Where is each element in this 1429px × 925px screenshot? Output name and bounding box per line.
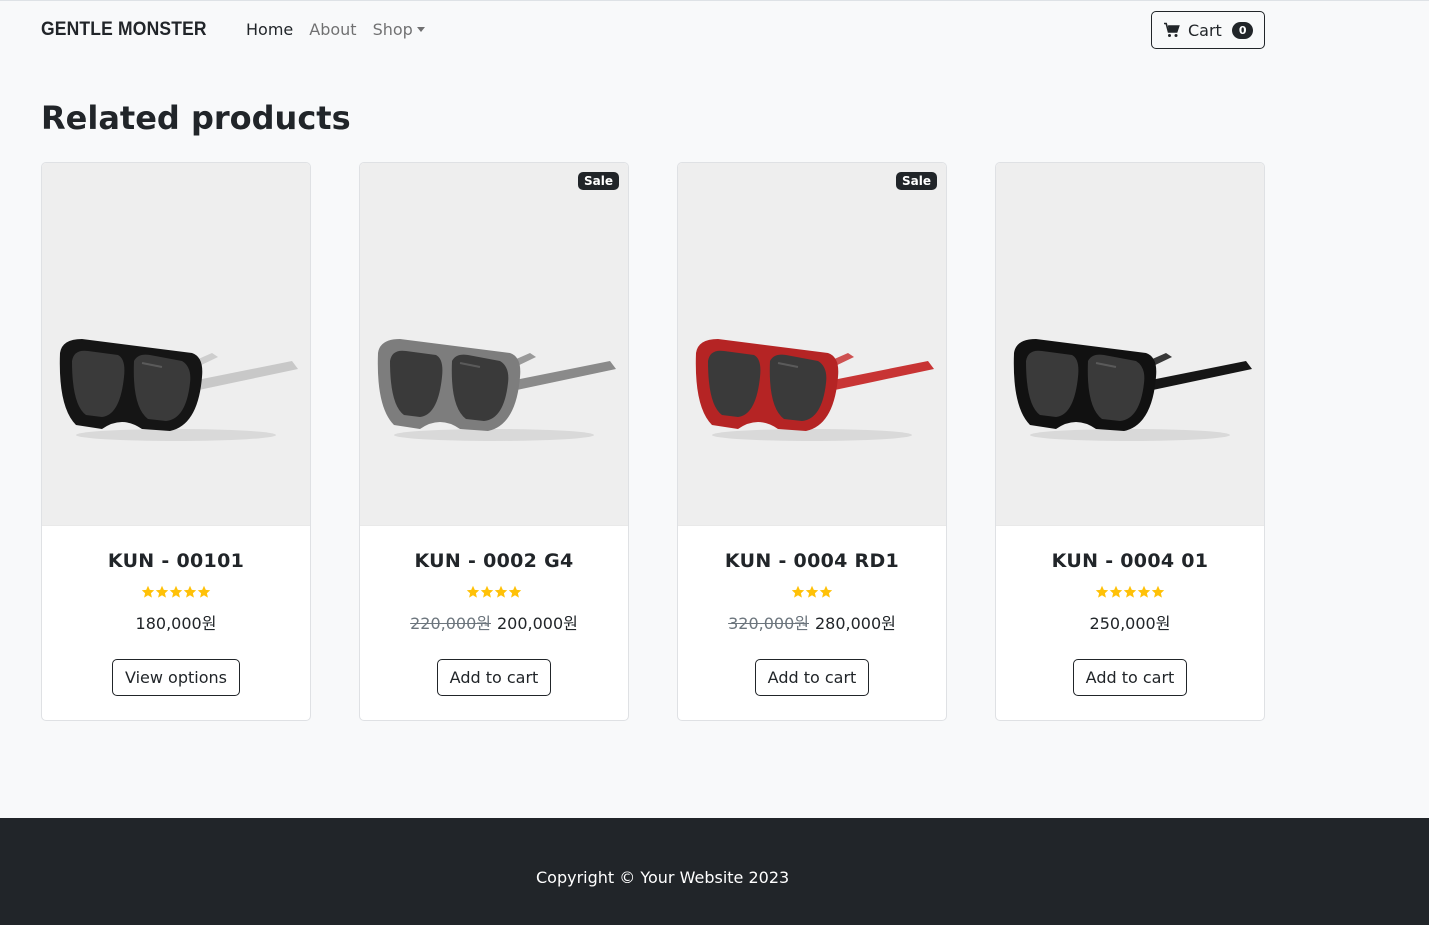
- star-icon: [819, 585, 833, 598]
- star-icon: [1123, 585, 1137, 598]
- old-price: 220,000원: [410, 614, 491, 633]
- product-card-body: KUN - 0004 RD1 320,000원 280,000원 Add to car…: [678, 526, 946, 696]
- cart-label: Cart: [1188, 20, 1222, 40]
- star-icon: [494, 585, 508, 598]
- current-price: 180,000원: [135, 614, 217, 633]
- navbar: GENTLE MONSTER Home About Shop Cart 0: [0, 0, 1429, 58]
- sunglasses-image: [377, 339, 616, 441]
- product-name[interactable]: KUN - 0002 G4: [360, 550, 628, 572]
- product-price: 180,000원: [42, 610, 310, 634]
- star-icon: [1095, 585, 1109, 598]
- sale-badge: Sale: [578, 172, 619, 190]
- product-card-body: KUN - 0002 G4 220,000원 200,000원 Add to cart: [360, 526, 628, 696]
- star-icon: [1151, 585, 1165, 598]
- star-icon: [169, 585, 183, 598]
- add-to-cart-button[interactable]: Add to cart: [436, 659, 552, 696]
- product-image[interactable]: [996, 163, 1264, 526]
- product-image[interactable]: [42, 163, 310, 526]
- product-price: 220,000원 200,000원: [360, 610, 628, 634]
- view-options-button[interactable]: View options: [112, 659, 240, 696]
- product-card: Sale KUN - 0002 G4 220,000원 200,000원 Add to …: [359, 162, 629, 721]
- star-icon: [466, 585, 480, 598]
- add-to-cart-button[interactable]: Add to cart: [1072, 659, 1188, 696]
- rating-stars: [996, 585, 1264, 601]
- star-icon: [480, 585, 494, 598]
- product-price: 320,000원 280,000원: [678, 610, 946, 634]
- product-name[interactable]: KUN - 0004 RD1: [678, 550, 946, 572]
- product-card-body: KUN - 0004 01 250,000원 Add to cart: [996, 526, 1264, 696]
- rating-stars: [42, 585, 310, 601]
- footer: Copyright © Your Website 2023: [0, 818, 1429, 925]
- product-card: Sale KUN - 0004 RD1 320,000원 280,000원 Add to…: [677, 162, 947, 721]
- sunglasses-image: [1013, 339, 1252, 441]
- product-price: 250,000원: [996, 610, 1264, 634]
- nav-shop-dropdown[interactable]: Shop: [373, 20, 425, 39]
- product-card-body: KUN - 00101 180,000원 View options: [42, 526, 310, 696]
- rating-stars: [678, 585, 946, 601]
- cart-icon: [1164, 22, 1180, 37]
- rating-stars: [360, 585, 628, 601]
- star-icon: [197, 585, 211, 598]
- star-icon: [155, 585, 169, 598]
- current-price: 250,000원: [1089, 614, 1171, 633]
- product-card: KUN - 0004 01 250,000원 Add to cart: [995, 162, 1265, 721]
- section-title: Related products: [41, 99, 351, 137]
- footer-copyright: Copyright © Your Website 2023: [536, 868, 790, 887]
- sunglasses-image: [59, 339, 298, 441]
- star-icon: [1109, 585, 1123, 598]
- star-icon: [183, 585, 197, 598]
- nav-about-link[interactable]: About: [309, 20, 356, 39]
- caret-down-icon: [416, 27, 425, 32]
- star-icon: [805, 585, 819, 598]
- nav-home-link[interactable]: Home: [246, 20, 293, 39]
- nav-shop-label: Shop: [372, 20, 413, 39]
- product-card: KUN - 00101 180,000원 View options: [41, 162, 311, 721]
- cart-count-badge: 0: [1231, 21, 1254, 39]
- current-price: 200,000원: [497, 614, 578, 633]
- product-name[interactable]: KUN - 00101: [42, 550, 310, 572]
- sunglasses-image: [695, 339, 934, 441]
- cart-button[interactable]: Cart 0: [1151, 11, 1265, 49]
- add-to-cart-button[interactable]: Add to cart: [754, 659, 870, 696]
- star-icon: [791, 585, 805, 598]
- current-price: 280,000원: [815, 614, 896, 633]
- star-icon: [141, 585, 155, 598]
- old-price: 320,000원: [728, 614, 809, 633]
- product-name[interactable]: KUN - 0004 01: [996, 550, 1264, 572]
- brand-logo[interactable]: GENTLE MONSTER: [41, 19, 207, 41]
- star-icon: [1137, 585, 1151, 598]
- sale-badge: Sale: [896, 172, 937, 190]
- product-image[interactable]: Sale: [360, 163, 628, 526]
- product-image[interactable]: Sale: [678, 163, 946, 526]
- nav-links: Home About Shop: [246, 20, 425, 39]
- star-icon: [508, 585, 522, 598]
